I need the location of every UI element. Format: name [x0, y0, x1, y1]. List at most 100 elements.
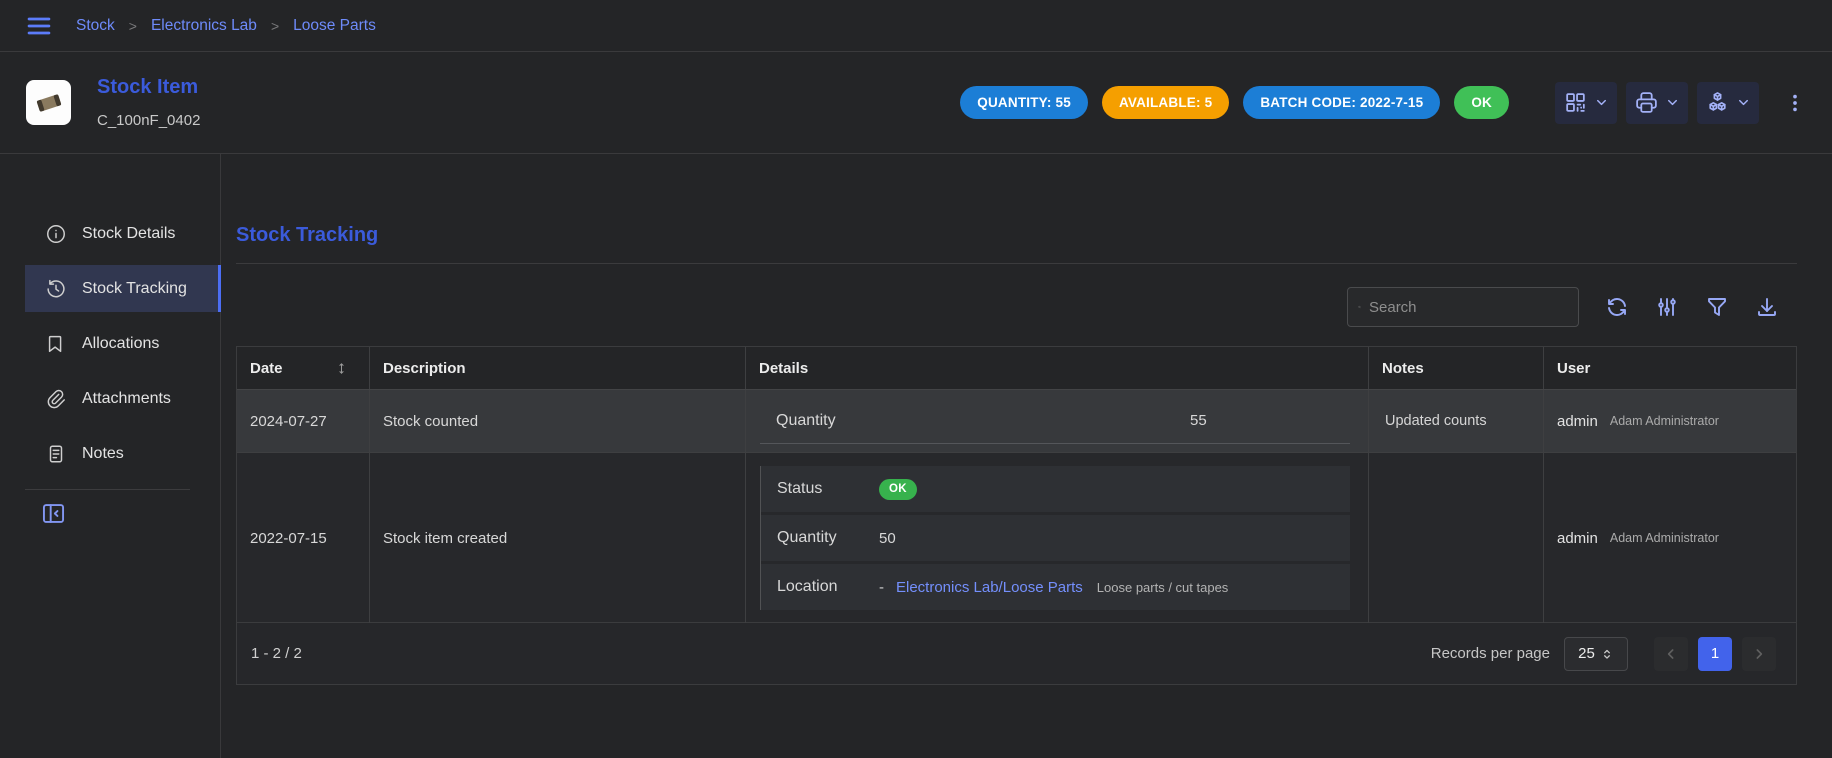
printer-icon — [1634, 90, 1659, 115]
batch-code-badge: BATCH CODE: 2022-7-15 — [1243, 86, 1440, 119]
refresh-icon[interactable] — [1605, 295, 1629, 319]
next-page-button[interactable] — [1742, 637, 1776, 671]
quantity-badge: QUANTITY: 55 — [960, 86, 1088, 119]
username: admin — [1557, 530, 1598, 547]
user-cell: admin Adam Administrator — [1543, 390, 1796, 452]
detail-label: Location — [761, 578, 879, 596]
panel-divider — [236, 263, 1797, 264]
detail-label: Status — [761, 480, 879, 498]
details-subrow-quantity: Quantity 50 — [761, 515, 1350, 561]
available-badge: AVAILABLE: 5 — [1102, 86, 1229, 119]
more-options-kebab-icon[interactable] — [1784, 92, 1806, 114]
breadcrumb-bar: Stock > Electronics Lab > Loose Parts — [0, 0, 1832, 52]
status-badges: QUANTITY: 55 AVAILABLE: 5 BATCH CODE: 20… — [960, 86, 1509, 119]
sidebar-item-label: Allocations — [82, 335, 159, 353]
user-fullname: Adam Administrator — [1610, 414, 1719, 428]
date-cell: 2022-07-15 — [237, 453, 369, 623]
table-footer: 1 - 2 / 2 Records per page 25 1 — [237, 622, 1796, 684]
table-row[interactable]: 2024-07-27 Stock counted Quantity 55 Upd… — [237, 390, 1796, 452]
breadcrumb-link-loose-parts[interactable]: Loose Parts — [293, 17, 376, 35]
filter-icon[interactable] — [1705, 295, 1729, 319]
sort-icon[interactable] — [334, 361, 349, 376]
details-subrow: Quantity 55 — [760, 398, 1350, 444]
location-prefix: - — [879, 579, 884, 596]
pagination: 1 — [1654, 637, 1776, 671]
details-cell: Quantity 55 — [745, 390, 1368, 452]
chevron-down-icon — [1594, 95, 1609, 110]
breadcrumb-link-stock[interactable]: Stock — [76, 17, 115, 35]
table-header-row: Date Description Details Notes User — [237, 347, 1796, 390]
sidebar-item-label: Attachments — [82, 390, 171, 408]
previous-page-button[interactable] — [1654, 637, 1688, 671]
sidebar-item-label: Stock Tracking — [82, 280, 187, 298]
bookmark-icon — [45, 333, 67, 355]
part-thumbnail[interactable] — [26, 80, 71, 125]
file-text-icon — [45, 443, 67, 465]
panel-sidebar: Stock Details Stock Tracking Allocations… — [0, 154, 221, 758]
user-cell: admin Adam Administrator — [1543, 453, 1796, 623]
chevron-right-icon — [1751, 646, 1767, 662]
qr-code-icon — [1563, 90, 1588, 115]
search-input[interactable] — [1369, 299, 1568, 316]
print-actions-button[interactable] — [1626, 82, 1688, 124]
column-header-user: User — [1543, 347, 1796, 389]
capacitor-image — [31, 85, 67, 121]
adjustments-icon[interactable] — [1655, 295, 1679, 319]
search-icon — [1358, 297, 1361, 317]
description-cell: Stock counted — [369, 390, 745, 452]
panel-title: Stock Tracking — [236, 224, 1832, 247]
stock-actions-button[interactable] — [1697, 82, 1759, 124]
barcode-actions-button[interactable] — [1555, 82, 1617, 124]
sidebar-collapse-icon[interactable] — [40, 500, 68, 527]
details-subrow-status: Status OK — [761, 466, 1350, 512]
detail-value: 55 — [1190, 412, 1207, 429]
sidebar-item-attachments[interactable]: Attachments — [25, 375, 221, 422]
sidebar-item-label: Notes — [82, 445, 124, 463]
username: admin — [1557, 413, 1598, 430]
details-cell: Status OK Quantity 50 Location - Electro… — [745, 453, 1368, 623]
stock-tracking-table: Date Description Details Notes User 2024… — [236, 346, 1797, 685]
column-header-details: Details — [745, 347, 1368, 389]
sidebar-item-allocations[interactable]: Allocations — [25, 320, 221, 367]
breadcrumb-separator: > — [129, 18, 137, 34]
notes-cell: Updated counts — [1368, 390, 1543, 452]
download-icon[interactable] — [1755, 295, 1779, 319]
user-fullname: Adam Administrator — [1610, 531, 1719, 545]
details-subrow-location: Location - Electronics Lab/Loose Parts L… — [761, 564, 1350, 610]
search-input-wrapper[interactable] — [1347, 287, 1579, 327]
table-toolbar — [236, 286, 1797, 328]
hamburger-menu-icon[interactable] — [24, 11, 54, 41]
page-size-select[interactable]: 25 — [1564, 637, 1628, 671]
detail-value: 50 — [879, 530, 896, 547]
table-row[interactable]: 2022-07-15 Stock item created Status OK … — [237, 452, 1796, 622]
page-1-button[interactable]: 1 — [1698, 637, 1732, 671]
date-cell: 2024-07-27 — [237, 390, 369, 452]
breadcrumb: Stock > Electronics Lab > Loose Parts — [76, 17, 376, 35]
history-icon — [45, 278, 67, 300]
part-name: C_100nF_0402 — [97, 112, 200, 129]
detail-label: Quantity — [760, 412, 836, 430]
breadcrumb-link-electronics-lab[interactable]: Electronics Lab — [151, 17, 257, 35]
description-cell: Stock item created — [369, 453, 745, 623]
sidebar-item-stock-details[interactable]: Stock Details — [25, 210, 221, 257]
sidebar-item-label: Stock Details — [82, 225, 175, 243]
breadcrumb-separator: > — [271, 18, 279, 34]
select-chevrons-icon — [1600, 647, 1614, 661]
sidebar-divider — [25, 489, 190, 490]
stock-tracking-panel: Stock Tracking Date — [221, 154, 1832, 758]
detail-label: Quantity — [761, 529, 879, 547]
column-header-date[interactable]: Date — [237, 347, 369, 389]
record-range: 1 - 2 / 2 — [251, 645, 302, 662]
status-ok-badge: OK — [879, 479, 917, 500]
location-description: Loose parts / cut tapes — [1097, 580, 1229, 595]
stock-item-header: Stock Item C_100nF_0402 QUANTITY: 55 AVA… — [0, 52, 1832, 153]
location-link[interactable]: Electronics Lab/Loose Parts — [896, 579, 1083, 596]
sidebar-item-notes[interactable]: Notes — [25, 430, 221, 477]
records-per-page-label: Records per page — [1431, 645, 1550, 662]
sidebar-item-stock-tracking[interactable]: Stock Tracking — [25, 265, 221, 312]
chevron-left-icon — [1663, 646, 1679, 662]
page-title: Stock Item — [97, 76, 200, 99]
chevron-down-icon — [1665, 95, 1680, 110]
stock-cubes-icon — [1705, 90, 1730, 115]
header-actions — [1555, 82, 1806, 124]
